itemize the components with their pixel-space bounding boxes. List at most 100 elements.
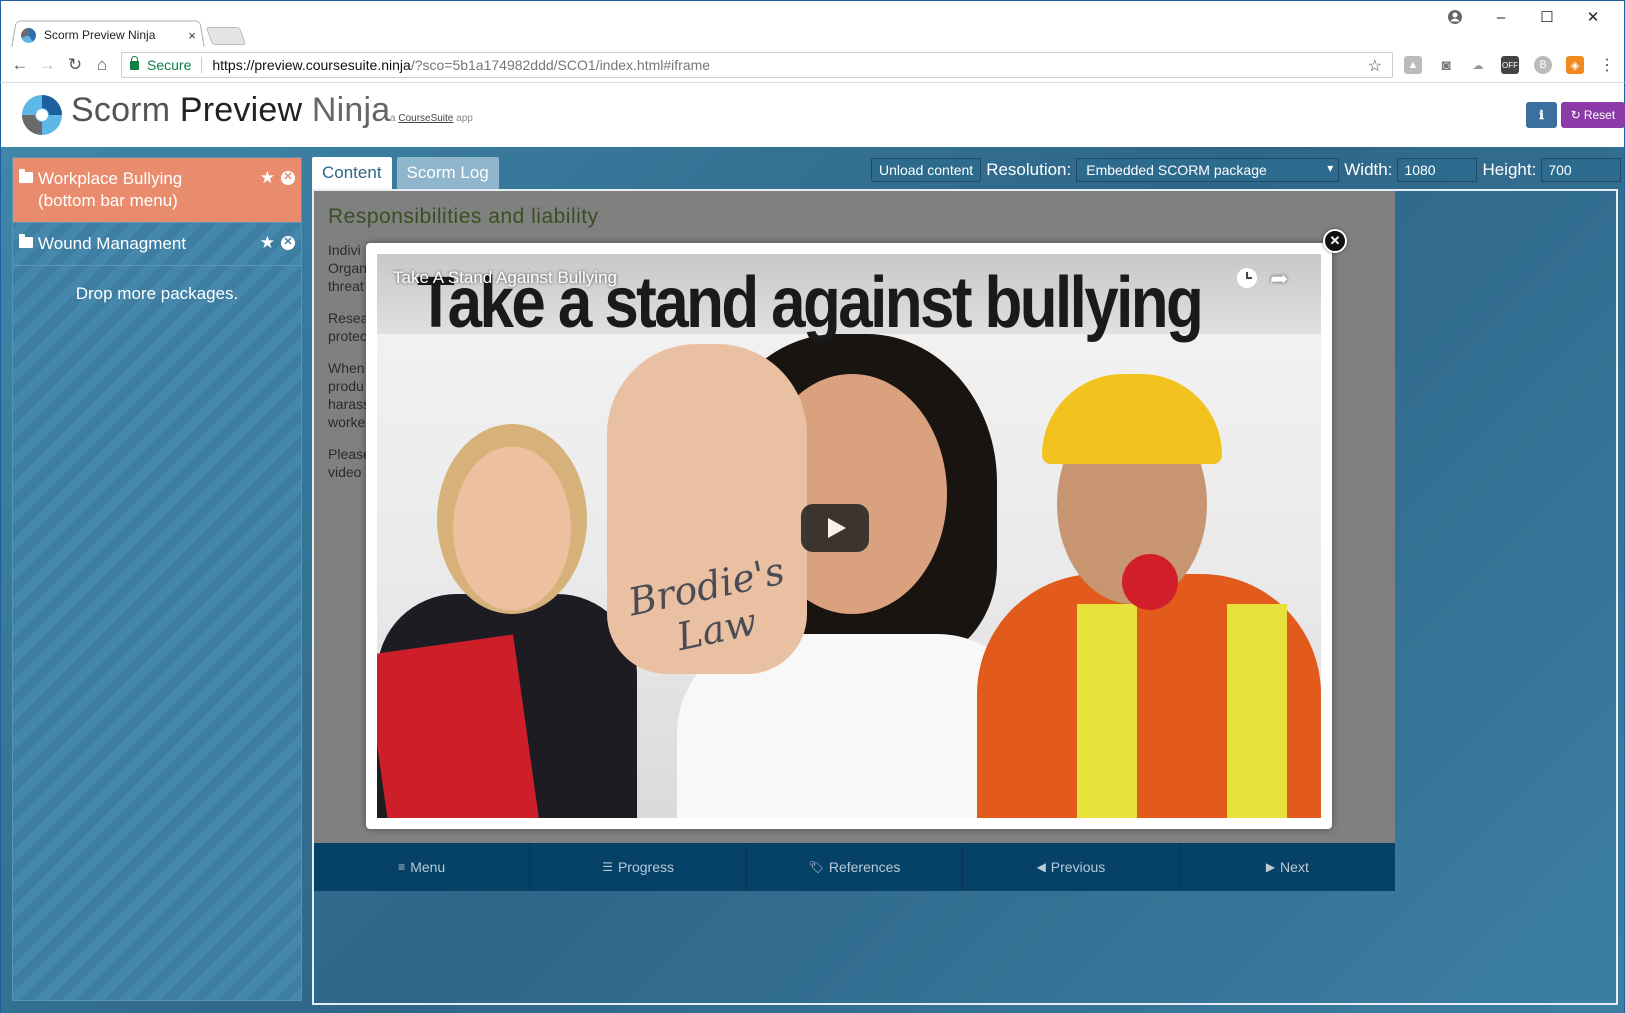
text-line: threat [328, 278, 364, 294]
video-red-folder [377, 634, 540, 818]
new-tab-button[interactable] [205, 27, 247, 45]
profile-icon[interactable] [1432, 5, 1478, 29]
video-earmuffs [1122, 554, 1178, 610]
course-bottom-bar: ≡ Menu ☰ Progress 🏷 References ◀ Previou… [314, 843, 1395, 891]
height-input[interactable]: 700 [1541, 158, 1622, 182]
bookmark-star-icon[interactable]: ☆ [1368, 56, 1382, 76]
preview-controls: Unload content Resolution: Embedded SCOR… [871, 157, 1622, 183]
brand-word-3: Ninja [311, 91, 391, 129]
off-extension-icon[interactable]: OFF [1501, 56, 1519, 74]
resolution-label: Resolution: [986, 160, 1072, 179]
text-line: When [328, 360, 365, 376]
ninja-logo-icon [22, 95, 62, 135]
browser-tab[interactable]: Scorm Preview Ninja × [21, 23, 199, 47]
forward-arrow-icon[interactable]: → [36, 54, 58, 76]
camera-extension-icon[interactable]: ◙ [1437, 56, 1455, 74]
folder-icon [19, 169, 33, 183]
width-input[interactable]: 1080 [1397, 158, 1478, 182]
menu-icon: ≡ [398, 860, 406, 874]
package-label: Wound Managment [38, 234, 187, 253]
url-input[interactable]: Secure https://preview.coursesuite.ninja… [121, 52, 1393, 78]
width-label: Width: [1344, 160, 1393, 179]
drop-packages-hint[interactable]: Drop more packages. [13, 284, 301, 304]
secure-label: Secure [147, 57, 203, 73]
home-icon[interactable]: ⌂ [91, 54, 113, 76]
main-area: Workplace Bullying (bottom bar menu) ★ ✕… [0, 147, 1625, 1013]
video-player[interactable]: Brodie's Law Take a stand against bullyi… [377, 254, 1321, 818]
coursesuite-link[interactable]: CourseSuite [398, 113, 453, 124]
subtitle-prefix: a [390, 113, 396, 124]
reset-label: Reset [1583, 108, 1616, 122]
share-icon[interactable]: ➦ [1270, 266, 1288, 292]
refresh-icon: ↻ [1570, 108, 1581, 122]
package-label: Workplace Bullying (bottom bar menu) [38, 169, 183, 210]
previous-label: Previous [1050, 859, 1106, 875]
video-vest-stripe [1077, 604, 1137, 818]
tags-icon: 🏷 [808, 860, 824, 874]
favorite-star-icon[interactable]: ★ [260, 234, 275, 251]
address-bar-row: ← → ↻ ⌂ Secure https://preview.coursesui… [0, 47, 1625, 83]
text-line: Please [328, 446, 371, 462]
next-label: Next [1280, 859, 1309, 875]
tab-close-icon[interactable]: × [185, 28, 199, 43]
package-actions: ★ ✕ [260, 169, 295, 186]
menu-button[interactable]: ≡ Menu [314, 843, 531, 891]
menu-kebab-icon[interactable]: ⋮ [1598, 56, 1616, 74]
package-item-wound-managment[interactable]: Wound Managment ★ ✕ [13, 223, 301, 266]
text-line: video [328, 464, 362, 480]
maximize-button[interactable]: ☐ [1524, 5, 1570, 29]
reset-button[interactable]: ↻ Reset [1561, 102, 1625, 128]
minimize-button[interactable]: – [1478, 5, 1524, 29]
course-paragraph-1: Indivi Organ threat [328, 241, 367, 295]
course-paragraph-2: Resea protec [328, 309, 368, 345]
text-line: protec [328, 328, 367, 344]
content-tabs: Content Scorm Log [312, 157, 499, 189]
text-line: Resea [328, 310, 369, 326]
close-window-button[interactable]: ✕ [1570, 5, 1616, 29]
reload-icon[interactable]: ↻ [64, 54, 86, 76]
drive-extension-icon[interactable]: ▲ [1404, 56, 1422, 74]
modal-close-button[interactable]: ✕ [1323, 229, 1347, 253]
watch-later-icon[interactable] [1237, 268, 1257, 288]
video-vest-stripe [1227, 604, 1287, 818]
tab-content[interactable]: Content [312, 157, 392, 189]
remove-package-icon[interactable]: ✕ [281, 235, 295, 250]
course-paragraph-3: When produ harass worke [328, 359, 370, 431]
cloud-extension-icon[interactable]: ☁ [1469, 56, 1487, 74]
tab-scorm-log[interactable]: Scorm Log [396, 157, 499, 189]
remove-package-icon[interactable]: ✕ [281, 170, 295, 185]
references-button[interactable]: 🏷 References [747, 843, 964, 891]
text-line: Organ [328, 260, 367, 276]
play-button[interactable] [801, 504, 869, 552]
course-paragraph-4: Please video [328, 445, 371, 481]
url-text: https://preview.coursesuite.ninja/?sco=5… [212, 57, 710, 73]
resolution-select[interactable]: Embedded SCORM package [1076, 158, 1340, 182]
previous-button[interactable]: ◀ Previous [963, 843, 1180, 891]
progress-icon: ☰ [602, 860, 613, 874]
favorite-star-icon[interactable]: ★ [260, 169, 275, 186]
b-extension-icon[interactable]: B [1534, 56, 1552, 74]
text-line: Indivi [328, 242, 361, 258]
tab-title: Scorm Preview Ninja [44, 28, 156, 42]
unload-content-button[interactable]: Unload content [871, 158, 982, 182]
video-title[interactable]: Take A Stand Against Bullying [393, 268, 617, 288]
url-path: /?sco=5b1a174982ddd/SCO1/index.html#ifra… [410, 57, 711, 73]
menu-label: Menu [410, 859, 446, 875]
orange-extension-icon[interactable]: ◈ [1566, 56, 1584, 74]
arrow-right-circle-icon: ▶ [1265, 860, 1276, 874]
progress-button[interactable]: ☰ Progress [530, 843, 747, 891]
folder-icon [19, 234, 33, 248]
video-hard-hat [1042, 374, 1222, 464]
package-actions: ★ ✕ [260, 234, 295, 251]
progress-label: Progress [617, 859, 674, 875]
info-button[interactable]: ℹ [1526, 102, 1557, 128]
brand-subtitle: a CourseSuite app [390, 113, 473, 124]
brand-word-2: Preview [179, 91, 303, 129]
window-controls: – ☐ ✕ [1432, 5, 1616, 29]
brand-word-1: Scorm [71, 91, 171, 129]
url-host: https://preview.coursesuite.ninja [212, 57, 411, 73]
back-arrow-icon[interactable]: ← [9, 54, 31, 76]
next-button[interactable]: ▶ Next [1180, 843, 1395, 891]
height-label: Height: [1482, 160, 1537, 179]
package-item-workplace-bullying[interactable]: Workplace Bullying (bottom bar menu) ★ ✕ [13, 158, 301, 223]
